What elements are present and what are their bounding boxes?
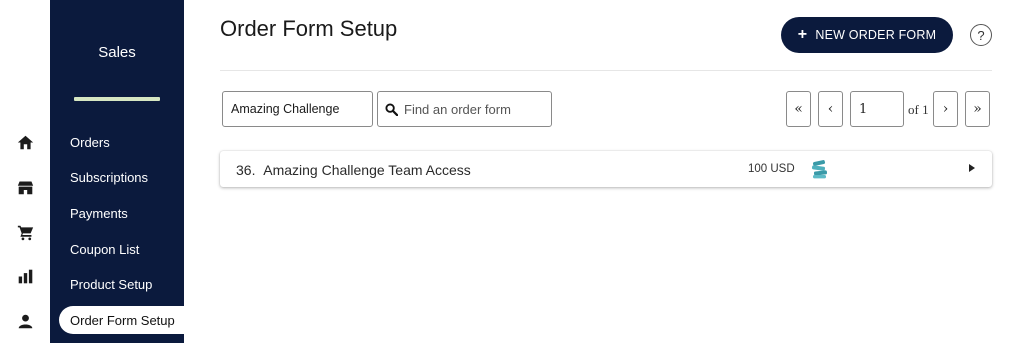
help-icon[interactable]: ? [970,24,992,46]
cart-icon[interactable] [15,222,35,242]
search-input[interactable] [404,101,544,117]
sidebar-divider [74,97,160,101]
search-box[interactable] [377,91,552,127]
sidebar-item-order-form-setup[interactable]: Order Form Setup [59,306,184,334]
coins-icon [811,160,828,179]
sidebar-item-subscriptions[interactable]: Subscriptions [50,163,184,191]
expand-arrow-icon[interactable] [969,164,975,172]
store-icon[interactable] [15,177,35,197]
sidebar: Sales Orders Subscriptions Payments Coup… [50,0,184,343]
sidebar-item-coupon-list[interactable]: Coupon List [50,235,184,263]
plus-icon: + [797,26,808,43]
prev-page-button[interactable]: ‹ [818,91,843,127]
page-title: Order Form Setup [220,16,398,41]
product-filter-select[interactable]: Amazing Challenge [222,91,373,127]
sidebar-item-payments[interactable]: Payments [50,199,184,227]
bar-chart-icon[interactable] [15,266,35,286]
home-icon[interactable] [15,132,35,152]
user-icon[interactable] [15,311,35,331]
new-order-form-label: NEW ORDER FORM [815,28,937,42]
first-page-button[interactable]: « [786,91,811,127]
last-page-button[interactable]: » [965,91,990,127]
new-order-form-button[interactable]: + NEW ORDER FORM [781,17,953,53]
app-root: Sales Orders Subscriptions Payments Coup… [0,0,1024,343]
list-item[interactable]: 36. Amazing Challenge Team Access 100 US… [220,151,992,187]
next-page-button[interactable]: › [933,91,958,127]
order-form-price: 100 USD [748,163,795,175]
sidebar-item-orders[interactable]: Orders [50,128,184,156]
sidebar-item-product-setup[interactable]: Product Setup [50,270,184,298]
order-form-title: 36. Amazing Challenge Team Access [236,162,471,178]
order-form-name: Amazing Challenge Team Access [263,162,471,178]
search-icon [385,102,398,116]
order-form-number: 36. [236,162,256,178]
header-divider [220,70,992,71]
page-count-label: of 1 [908,102,929,117]
page-number-input[interactable]: 1 [850,91,904,127]
icon-rail [0,0,50,343]
sidebar-title: Sales [98,44,136,61]
